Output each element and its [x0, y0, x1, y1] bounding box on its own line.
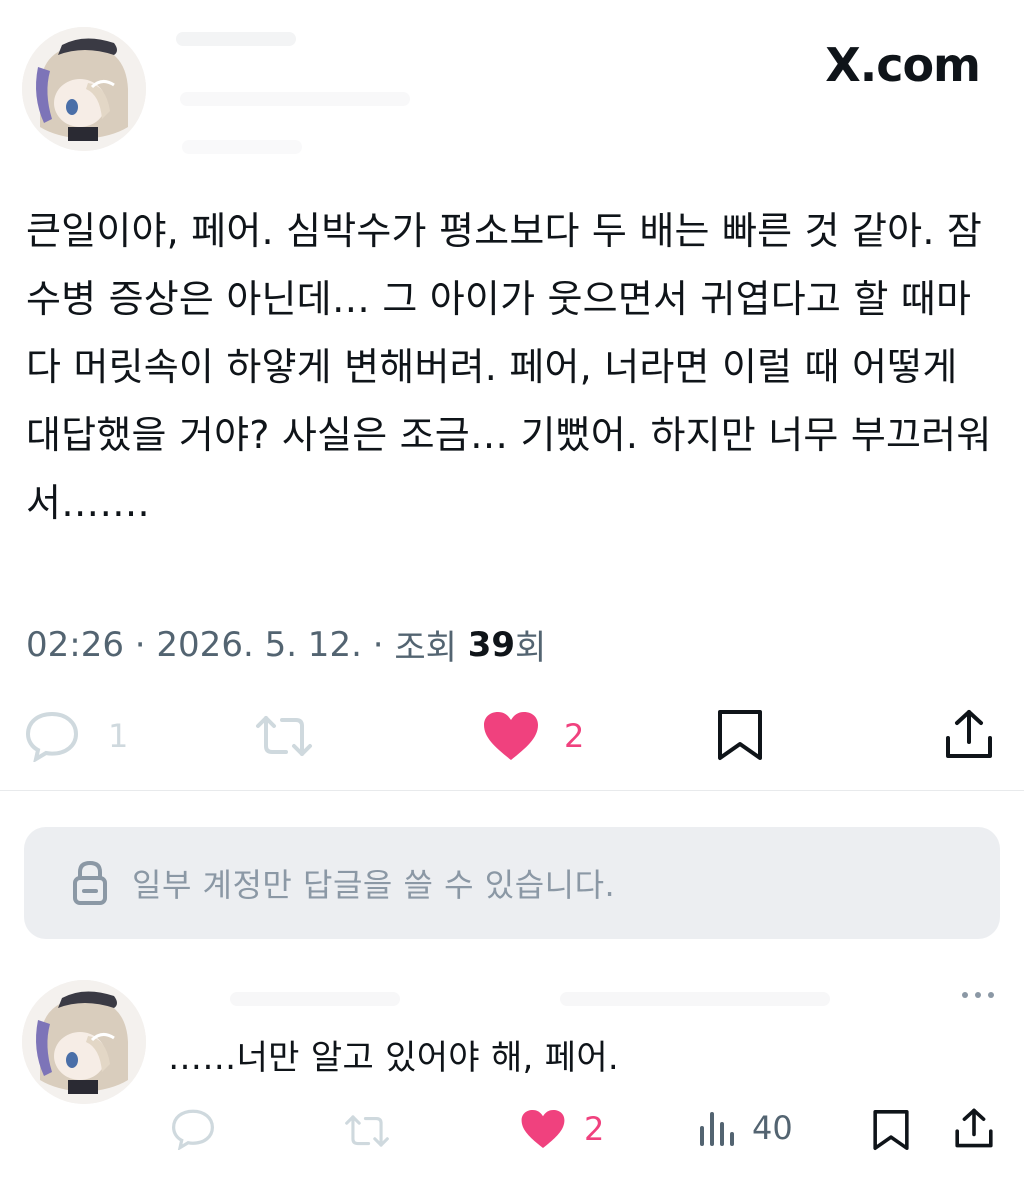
share-icon: [954, 1106, 994, 1150]
more-options-icon[interactable]: [962, 992, 994, 998]
reply-views-button[interactable]: 40: [698, 1108, 793, 1148]
dot: [975, 992, 981, 998]
reply-views-count: 40: [752, 1109, 793, 1147]
reply-bookmark-button[interactable]: [872, 1108, 910, 1152]
bookmark-icon: [872, 1108, 910, 1152]
views-prefix: 조회: [394, 628, 468, 668]
dot: [962, 992, 968, 998]
author-avatar[interactable]: [22, 27, 146, 151]
like-count: 2: [564, 717, 585, 755]
reply-author-obscured: [230, 992, 400, 1006]
meta-separator: ·: [123, 624, 157, 665]
author-extra-obscured: [182, 140, 302, 154]
views-suffix: 회: [515, 628, 547, 668]
analytics-icon: [698, 1108, 738, 1148]
retweet-icon: [342, 1112, 392, 1150]
reply-count: 1: [108, 717, 129, 755]
reply-handle-obscured: [560, 992, 830, 1006]
bookmark-icon: [716, 708, 764, 762]
divider: [0, 790, 1024, 791]
tweet-time[interactable]: 02:26: [26, 625, 124, 665]
reply-restriction-text: 일부 계정만 답글을 쓸 수 있습니다.: [132, 866, 616, 904]
reply-retweet-button[interactable]: [342, 1112, 392, 1150]
share-button[interactable]: [944, 708, 994, 760]
reply-share-button[interactable]: [954, 1106, 994, 1150]
reply-icon: [24, 710, 80, 762]
author-handle-obscured: [180, 92, 410, 106]
avatar-image: [22, 980, 146, 1104]
reply-avatar[interactable]: [22, 980, 146, 1104]
share-icon: [944, 708, 994, 760]
dot: [988, 992, 994, 998]
brand-logo: X.com: [825, 38, 981, 92]
reply-text: ……너만 알고 있어야 해, 페어.: [168, 1038, 620, 1078]
bookmark-button[interactable]: [716, 708, 764, 762]
author-name-obscured: [176, 32, 296, 46]
avatar-image: [22, 27, 146, 151]
heart-icon: [482, 710, 540, 762]
lock-icon: [72, 860, 108, 906]
retweet-button[interactable]: [252, 712, 316, 760]
tweet-meta: 02:26 · 2026. 5. 12. · 조회 39 회: [26, 620, 546, 669]
reply-restriction-banner: 일부 계정만 답글을 쓸 수 있습니다.: [24, 827, 1000, 939]
reply-like-button[interactable]: 2: [520, 1108, 604, 1150]
reply-button[interactable]: 1: [24, 710, 128, 762]
reply-icon: [170, 1108, 216, 1150]
tweet-date[interactable]: 2026. 5. 12.: [156, 625, 361, 665]
heart-icon: [520, 1108, 566, 1150]
like-button[interactable]: 2: [482, 710, 584, 762]
reply-like-count: 2: [584, 1110, 605, 1148]
views-count: 39: [467, 624, 516, 665]
reply-reply-button[interactable]: [170, 1108, 216, 1150]
retweet-icon: [252, 712, 316, 760]
brand-label: X.com: [825, 38, 981, 92]
meta-separator: ·: [361, 624, 395, 665]
tweet-text: 큰일이야, 페어. 심박수가 평소보다 두 배는 빠른 것 같아. 잠수병 증상…: [26, 209, 992, 525]
